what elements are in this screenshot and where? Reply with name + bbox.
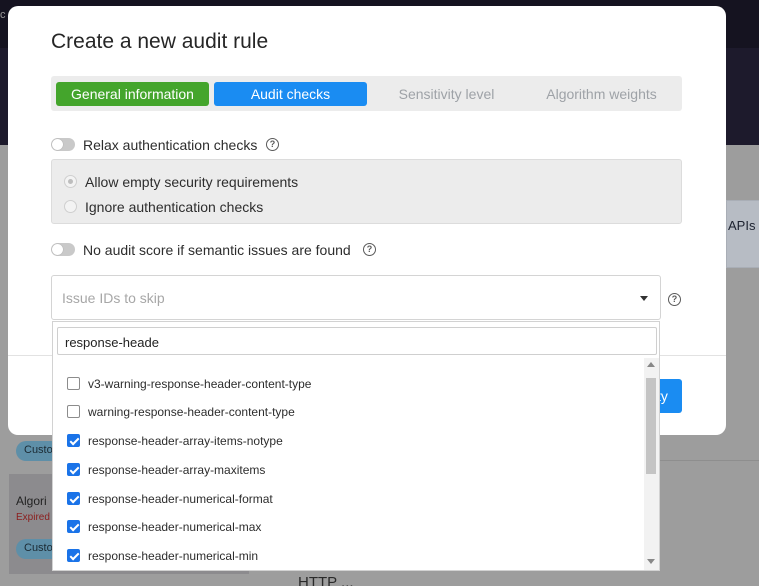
no-score-help-icon[interactable]: ?: [363, 243, 376, 256]
dropdown-search-input[interactable]: response-heade: [57, 327, 657, 355]
dropdown-option[interactable]: v3-warning-response-header-content-type: [53, 370, 643, 398]
dropdown-option[interactable]: response-header-numerical-min: [53, 542, 643, 570]
option-checkbox[interactable]: [67, 377, 80, 390]
issue-ids-placeholder: Issue IDs to skip: [62, 290, 165, 306]
relax-auth-toggle[interactable]: [51, 138, 75, 151]
step-general-information[interactable]: General information: [56, 82, 209, 106]
wizard-steps: General information Audit checks Sensiti…: [51, 76, 682, 111]
option-checkbox[interactable]: [67, 492, 80, 505]
step-algorithm-weights[interactable]: Algorithm weights: [525, 82, 678, 106]
option-checkbox[interactable]: [67, 549, 80, 562]
modal-title: Create a new audit rule: [51, 30, 269, 53]
step-audit-checks[interactable]: Audit checks: [214, 82, 367, 106]
dropdown-option[interactable]: response-header-numerical-format: [53, 485, 643, 513]
dropdown-scrollbar[interactable]: [644, 358, 659, 570]
background-api-card: [726, 200, 759, 268]
option-label: response-header-numerical-max: [88, 520, 262, 534]
option-checkbox[interactable]: [67, 434, 80, 447]
auth-options-group: Allow empty security requirements Ignore…: [51, 159, 682, 224]
dropdown-option[interactable]: warning-response-header-content-type: [53, 398, 643, 426]
relax-auth-label: Relax authentication checks: [83, 137, 258, 153]
ignore-auth-radio[interactable]: [64, 200, 77, 213]
dropdown-option[interactable]: response-header-array-maxitems: [53, 456, 643, 484]
background-algo-title: Algori: [16, 494, 47, 508]
ignore-auth-label: Ignore authentication checks: [85, 199, 264, 215]
dropdown-option[interactable]: response-header-numerical-max: [53, 513, 643, 541]
step-sensitivity-level[interactable]: Sensitivity level: [370, 82, 523, 106]
relax-auth-help-icon[interactable]: ?: [266, 138, 279, 151]
scroll-up-icon[interactable]: [647, 362, 655, 367]
option-label: response-header-array-maxitems: [88, 463, 266, 477]
dropdown-search-value: response-heade: [65, 335, 159, 350]
scroll-down-icon[interactable]: [647, 559, 655, 564]
option-label: response-header-array-items-notype: [88, 434, 283, 448]
allow-empty-security-label: Allow empty security requirements: [85, 174, 299, 190]
dropdown-option[interactable]: response-header-array-items-notype: [53, 427, 643, 455]
option-checkbox[interactable]: [67, 463, 80, 476]
issue-ids-dropdown: response-heade v3-warning-response-heade…: [52, 321, 660, 571]
option-checkbox[interactable]: [67, 405, 80, 418]
issue-ids-select[interactable]: Issue IDs to skip: [51, 275, 661, 320]
scroll-thumb[interactable]: [646, 378, 656, 474]
issue-ids-help-icon[interactable]: ?: [668, 293, 681, 306]
option-label: response-header-numerical-format: [88, 492, 273, 506]
background-bottom-text: HTTP ...: [298, 574, 354, 586]
option-label: v3-warning-response-header-content-type: [88, 377, 312, 391]
background-topbar-text: c: [0, 9, 6, 21]
allow-empty-security-radio[interactable]: [64, 175, 77, 188]
no-score-toggle[interactable]: [51, 243, 75, 256]
no-score-label: No audit score if semantic issues are fo…: [83, 242, 351, 258]
option-checkbox[interactable]: [67, 520, 80, 533]
chevron-down-icon[interactable]: [640, 296, 648, 301]
background-api-text: APIs: [728, 218, 756, 233]
option-label: warning-response-header-content-type: [88, 405, 295, 419]
option-label: response-header-numerical-min: [88, 549, 259, 563]
background-algo-status: Expired: [16, 512, 50, 523]
